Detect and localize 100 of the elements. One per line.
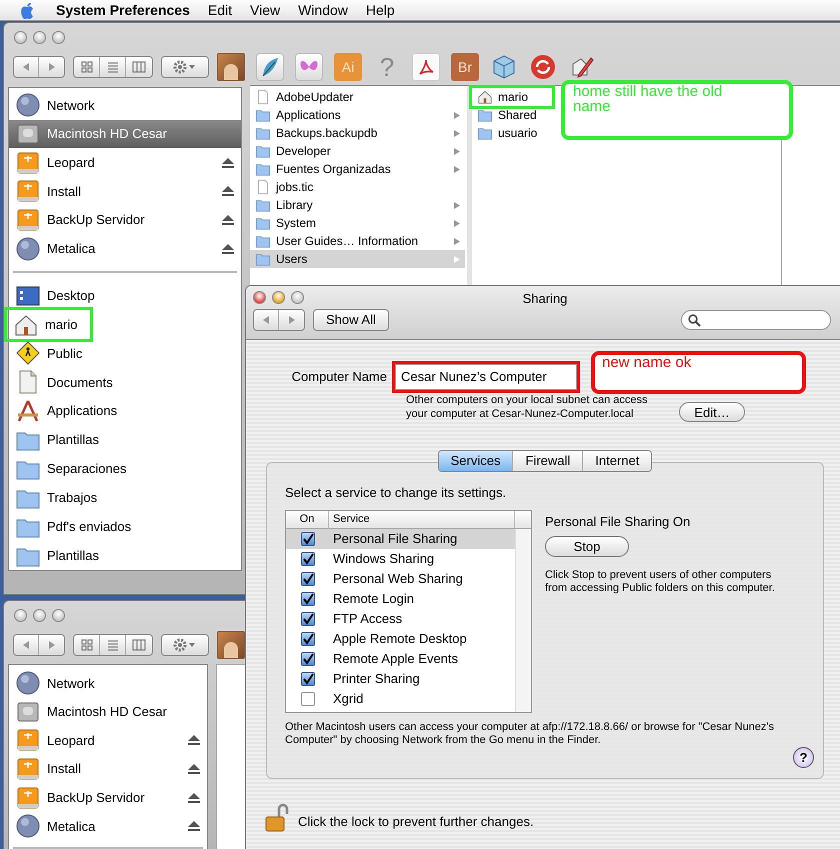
action-menu-button[interactable] (161, 56, 209, 78)
sidebar-item[interactable]: Macintosh HD Cesar (9, 698, 207, 726)
eject-icon[interactable] (187, 792, 201, 804)
file-row[interactable]: AdobeUpdater (250, 88, 465, 106)
checkbox[interactable] (300, 652, 314, 666)
file-row[interactable]: jobs.tic (250, 178, 465, 196)
sidebar-item[interactable]: Metalica (9, 812, 207, 841)
eject-icon[interactable] (187, 763, 201, 776)
file-row[interactable]: Applications (250, 106, 465, 124)
checkmark-icon (302, 552, 314, 564)
sidebar-item[interactable]: BackUp Servidor (9, 206, 241, 235)
menu-item[interactable]: Edit (208, 0, 232, 20)
computer-name-field[interactable]: Cesar Nunez’s Computer (395, 364, 577, 390)
sidebar-item[interactable]: Leopard (9, 726, 207, 755)
eject-icon[interactable] (221, 156, 235, 169)
tab[interactable]: Firewall (512, 451, 582, 471)
search-field[interactable] (681, 310, 831, 330)
left-arrow-icon (261, 315, 271, 325)
checkbox[interactable] (300, 532, 314, 546)
column-view-icon (132, 639, 146, 651)
close-button[interactable] (14, 31, 27, 44)
close-button[interactable] (253, 291, 266, 304)
checkbox[interactable] (300, 592, 314, 606)
painting-icon[interactable] (217, 53, 245, 81)
sidebar-item[interactable]: Separaciones (9, 454, 241, 484)
service-row[interactable]: Xgrid (286, 688, 515, 708)
sidebar-item[interactable]: Network (9, 669, 207, 698)
footer-note: Other Macintosh users can access your computer at afp://172.18.8.66/ or browse for "Cesar Nunez's Computer" by choosing Network from the Go menu in the Finder. (285, 720, 776, 746)
apple-logo-icon[interactable] (18, 1, 36, 19)
service-row[interactable]: Windows Sharing (286, 548, 515, 568)
zoom-button[interactable] (52, 31, 65, 44)
sidebar-item[interactable]: Install (9, 177, 241, 206)
service-row[interactable]: Printer Sharing (286, 668, 515, 688)
painting-icon[interactable] (217, 631, 245, 659)
file-row[interactable]: Backups.backupdb (250, 124, 465, 142)
eject-icon[interactable] (221, 242, 235, 255)
sidebar-item[interactable]: Macintosh HD Cesar (9, 120, 241, 148)
app-menu[interactable]: System Preferences (56, 0, 190, 20)
tab[interactable]: Internet (582, 451, 652, 471)
sidebar-item[interactable]: Plantillas (9, 426, 241, 455)
sidebar-item[interactable]: Documents (9, 368, 241, 397)
file-row[interactable]: mario (472, 88, 552, 106)
minimize-button[interactable] (272, 291, 285, 304)
sidebar-item[interactable]: BackUp Servidor (9, 783, 207, 812)
eject-icon[interactable] (221, 214, 235, 226)
sidebar-item[interactable]: Applications (9, 396, 241, 426)
file-row[interactable]: Developer (250, 142, 465, 160)
menu-item[interactable]: View (250, 0, 280, 20)
circular-arrows-icon[interactable] (529, 53, 557, 81)
eject-icon[interactable] (221, 185, 235, 198)
eject-icon[interactable] (187, 820, 201, 832)
file-row[interactable]: Fuentes Organizadas (250, 160, 465, 178)
checkbox[interactable] (300, 632, 314, 646)
service-row[interactable]: Personal File Sharing (286, 528, 515, 548)
sidebar-item[interactable]: Plantillas (9, 541, 241, 570)
unlocked-padlock-icon[interactable] (264, 803, 290, 833)
file-row[interactable]: Shared (472, 106, 541, 124)
detail-text: Click Stop to prevent users of other computers from accessing Public folders on this computer. (545, 569, 776, 595)
icon-view-icon (80, 61, 92, 73)
feather-icon[interactable] (256, 53, 284, 81)
help-button[interactable]: ? (793, 747, 814, 768)
service-row[interactable]: Personal Web Sharing (286, 568, 515, 588)
file-row[interactable]: Library (250, 196, 465, 214)
checkbox[interactable] (300, 672, 314, 686)
menu-item[interactable]: Help (366, 0, 395, 20)
checkbox[interactable] (300, 552, 314, 566)
service-row[interactable]: Apple Remote Desktop (286, 628, 515, 648)
minimize-button[interactable] (33, 609, 46, 622)
sidebar-item[interactable]: Trabajos (9, 483, 241, 512)
file-row[interactable]: usuario (472, 124, 542, 142)
sidebar-item[interactable]: Network (9, 91, 241, 120)
service-row[interactable]: Remote Login (286, 588, 515, 608)
checkbox[interactable] (300, 612, 314, 626)
checkbox[interactable] (300, 692, 314, 706)
sidebar-item[interactable]: Public (9, 338, 241, 368)
sidebar-item[interactable]: Desktop (9, 281, 241, 310)
sidebar-item[interactable]: Pdf's enviados (9, 512, 241, 542)
service-row[interactable]: Remote Apple Events (286, 648, 515, 668)
zoom-button[interactable] (291, 291, 304, 304)
stop-button[interactable]: Stop (545, 536, 629, 557)
service-row[interactable]: FTP Access (286, 608, 515, 628)
sidebar-item[interactable]: mario (7, 310, 90, 339)
menu-item[interactable]: Window (298, 0, 348, 20)
sidebar-item[interactable]: Install (9, 754, 207, 784)
file-row[interactable]: Users (250, 250, 465, 268)
checkbox[interactable] (300, 572, 314, 586)
sidebar-item[interactable]: Leopard (9, 148, 241, 178)
show-all-button[interactable]: Show All (313, 309, 389, 331)
butterfly-icon[interactable] (295, 53, 323, 81)
minimize-button[interactable] (33, 31, 46, 44)
edit-button[interactable]: Edit… (679, 402, 745, 422)
sidebar-item[interactable]: Metalica (9, 234, 241, 264)
file-row[interactable]: System (250, 214, 465, 232)
acrobat-icon[interactable] (412, 53, 440, 81)
file-row[interactable]: User Guides… Information (250, 232, 465, 250)
eject-icon[interactable] (187, 734, 201, 746)
close-button[interactable] (14, 609, 27, 622)
zoom-button[interactable] (52, 609, 65, 622)
action-menu-button[interactable] (161, 634, 209, 656)
tab[interactable]: Services (438, 451, 512, 471)
